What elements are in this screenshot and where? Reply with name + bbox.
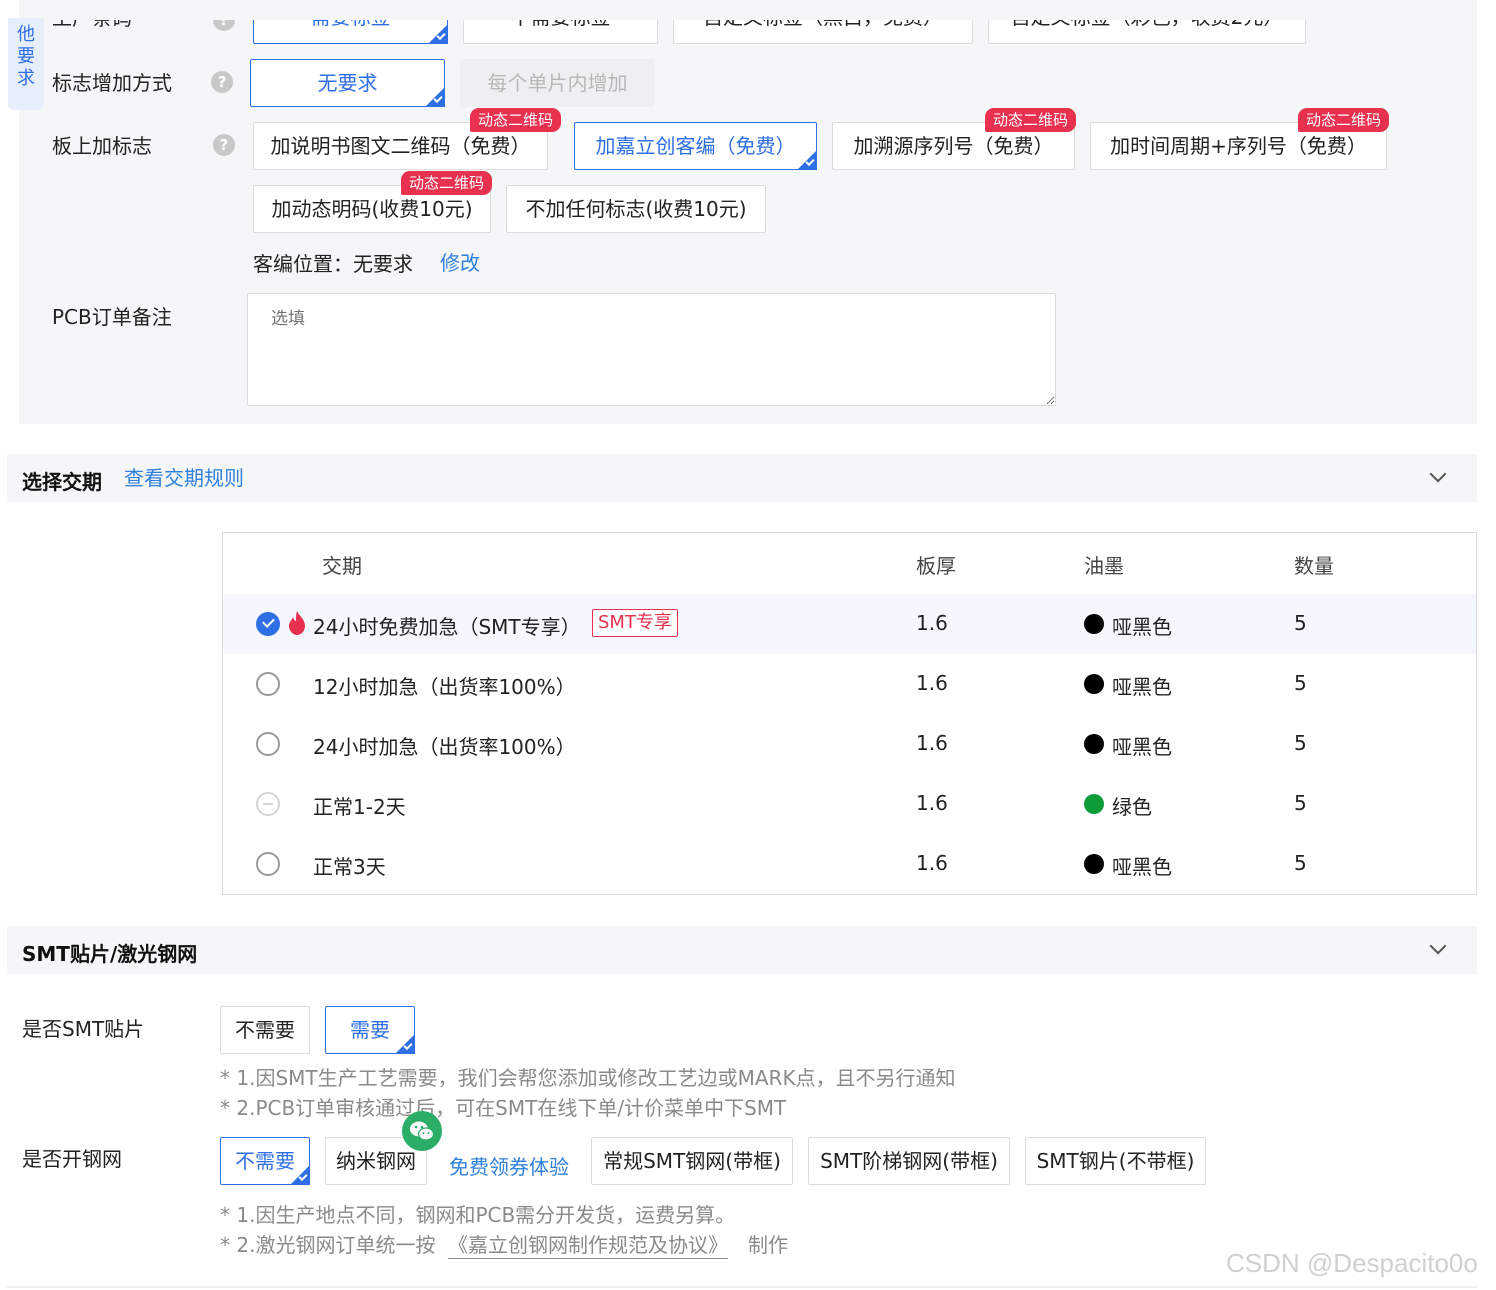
dynamic-qrcode-badge: 动态二维码 (985, 108, 1077, 132)
dynamic-qrcode-badge: 动态二维码 (1298, 108, 1390, 132)
option-no-label[interactable]: 不需要标签 (463, 20, 658, 44)
quantity-value: 5 (1294, 611, 1307, 635)
radio-unchecked[interactable] (256, 672, 280, 696)
option-no-logo[interactable]: 不加任何标志(收费10元) (506, 185, 766, 233)
option-smt-needed[interactable]: 需要 (325, 1006, 415, 1054)
column-header-quantity: 数量 (1294, 554, 1334, 578)
ink-color-dot (1084, 794, 1104, 814)
board-logo-label: 板上加标志 (52, 134, 152, 158)
option-custom-label-bw[interactable]: 自定义标签（黑白，免费） (673, 20, 973, 44)
top-row-clip: 工厂条码 ? 需要标签 不需要标签 自定义标签（黑白，免费） 自定义标签（彩色，… (0, 20, 1496, 44)
column-header-ink: 油墨 (1084, 554, 1124, 578)
ink-value: 哑黑色 (1112, 735, 1172, 759)
stencil-note-prefix: * 2.激光钢网订单统一按 (220, 1233, 436, 1257)
table-row (223, 774, 1476, 834)
ink-value: 绿色 (1112, 795, 1152, 819)
ink-value: 哑黑色 (1112, 855, 1172, 879)
stencil-note-suffix: 制作 (748, 1233, 788, 1257)
option-custom-label-color[interactable]: 自定义标签（彩色，收费2元） (988, 20, 1306, 44)
option-stencil-sheet[interactable]: SMT钢片(不带框) (1025, 1137, 1206, 1185)
thickness-value: 1.6 (916, 731, 948, 755)
smt-section-title: SMT贴片/激光钢网 (22, 942, 198, 966)
option-need-label[interactable]: 需要标签 (253, 20, 448, 44)
order-note-textarea[interactable] (247, 293, 1056, 406)
smt-note: * 1.因SMT生产工艺需要，我们会帮您添加或修改工艺边或MARK点，且不另行通… (220, 1066, 956, 1090)
thickness-value: 1.6 (916, 851, 948, 875)
option-smt-not-needed[interactable]: 不需要 (220, 1006, 310, 1054)
help-icon[interactable]: ? (211, 71, 233, 93)
option-step-stencil[interactable]: SMT阶梯钢网(带框) (808, 1137, 1010, 1185)
column-header-delivery: 交期 (322, 554, 362, 578)
thickness-value: 1.6 (916, 671, 948, 695)
dynamic-qrcode-badge: 动态二维码 (401, 171, 493, 195)
delivery-name: 正常1-2天 (313, 795, 406, 819)
edit-position-link[interactable]: 修改 (440, 249, 480, 277)
column-header-thickness: 板厚 (916, 554, 956, 578)
radio-unchecked[interactable] (256, 852, 280, 876)
ink-value: 哑黑色 (1112, 615, 1172, 639)
quantity-value: 5 (1294, 851, 1307, 875)
stencil-note: * 1.因生产地点不同，钢网和PCB需分开发货，运费另算。 (220, 1203, 736, 1227)
ink-color-dot (1084, 734, 1104, 754)
help-icon[interactable]: ? (213, 134, 235, 156)
option-jlc-customer-code[interactable]: 加嘉立创客编（免费） (574, 122, 817, 170)
radio-checked[interactable] (256, 612, 280, 636)
ink-color-dot (1084, 854, 1104, 874)
thickness-value: 1.6 (916, 791, 948, 815)
quantity-value: 5 (1294, 791, 1307, 815)
table-row[interactable] (223, 834, 1476, 894)
delivery-name: 12小时加急（出货率100%） (313, 675, 576, 699)
ink-color-dot (1084, 674, 1104, 694)
smt-exclusive-tag: SMT专享 (592, 609, 678, 637)
radio-unchecked[interactable] (256, 732, 280, 756)
logo-add-method-label: 标志增加方式 (52, 71, 172, 95)
quantity-value: 5 (1294, 731, 1307, 755)
radio-disabled (256, 792, 280, 816)
help-icon[interactable]: ? (213, 20, 235, 31)
watermark: CSDN @Despacito0o (1226, 1248, 1478, 1278)
delivery-name: 正常3天 (313, 855, 386, 879)
stencil-label: 是否开钢网 (22, 1147, 122, 1171)
ink-color-dot (1084, 614, 1104, 634)
customer-code-position: 客编位置：无要求 (253, 252, 413, 276)
delivery-name: 24小时免费加急（SMT专享） (313, 615, 581, 639)
quantity-value: 5 (1294, 671, 1307, 695)
wechat-icon[interactable] (402, 1111, 442, 1151)
bottom-divider (7, 1286, 1477, 1288)
ink-value: 哑黑色 (1112, 675, 1172, 699)
order-note-label: PCB订单备注 (52, 305, 172, 329)
dynamic-qrcode-badge: 动态二维码 (470, 108, 562, 132)
free-coupon-link[interactable]: 免费领券体验 (449, 1153, 569, 1181)
smt-note: * 2.PCB订单审核通过后，可在SMT在线下单/计价菜单中下SMT (220, 1096, 787, 1120)
delivery-name: 24小时加急（出货率100%） (313, 735, 576, 759)
delivery-rules-link[interactable]: 查看交期规则 (124, 464, 244, 492)
thickness-value: 1.6 (916, 611, 948, 635)
smt-section-header[interactable] (7, 926, 1477, 974)
factory-barcode-label: 工厂条码 (52, 20, 132, 32)
option-no-requirement[interactable]: 无要求 (250, 59, 445, 107)
option-per-piece: 每个单片内增加 (460, 59, 655, 107)
fire-icon (287, 610, 307, 636)
option-standard-stencil[interactable]: 常规SMT钢网(带框) (591, 1137, 793, 1185)
stencil-agreement-link[interactable]: 《嘉立创钢网制作规范及协议》 (448, 1229, 728, 1259)
option-stencil-not-needed[interactable]: 不需要 (220, 1137, 310, 1185)
smt-assembly-label: 是否SMT贴片 (22, 1017, 145, 1041)
side-tab-char: 求 (17, 68, 35, 89)
delivery-section-title: 选择交期 (22, 470, 102, 494)
